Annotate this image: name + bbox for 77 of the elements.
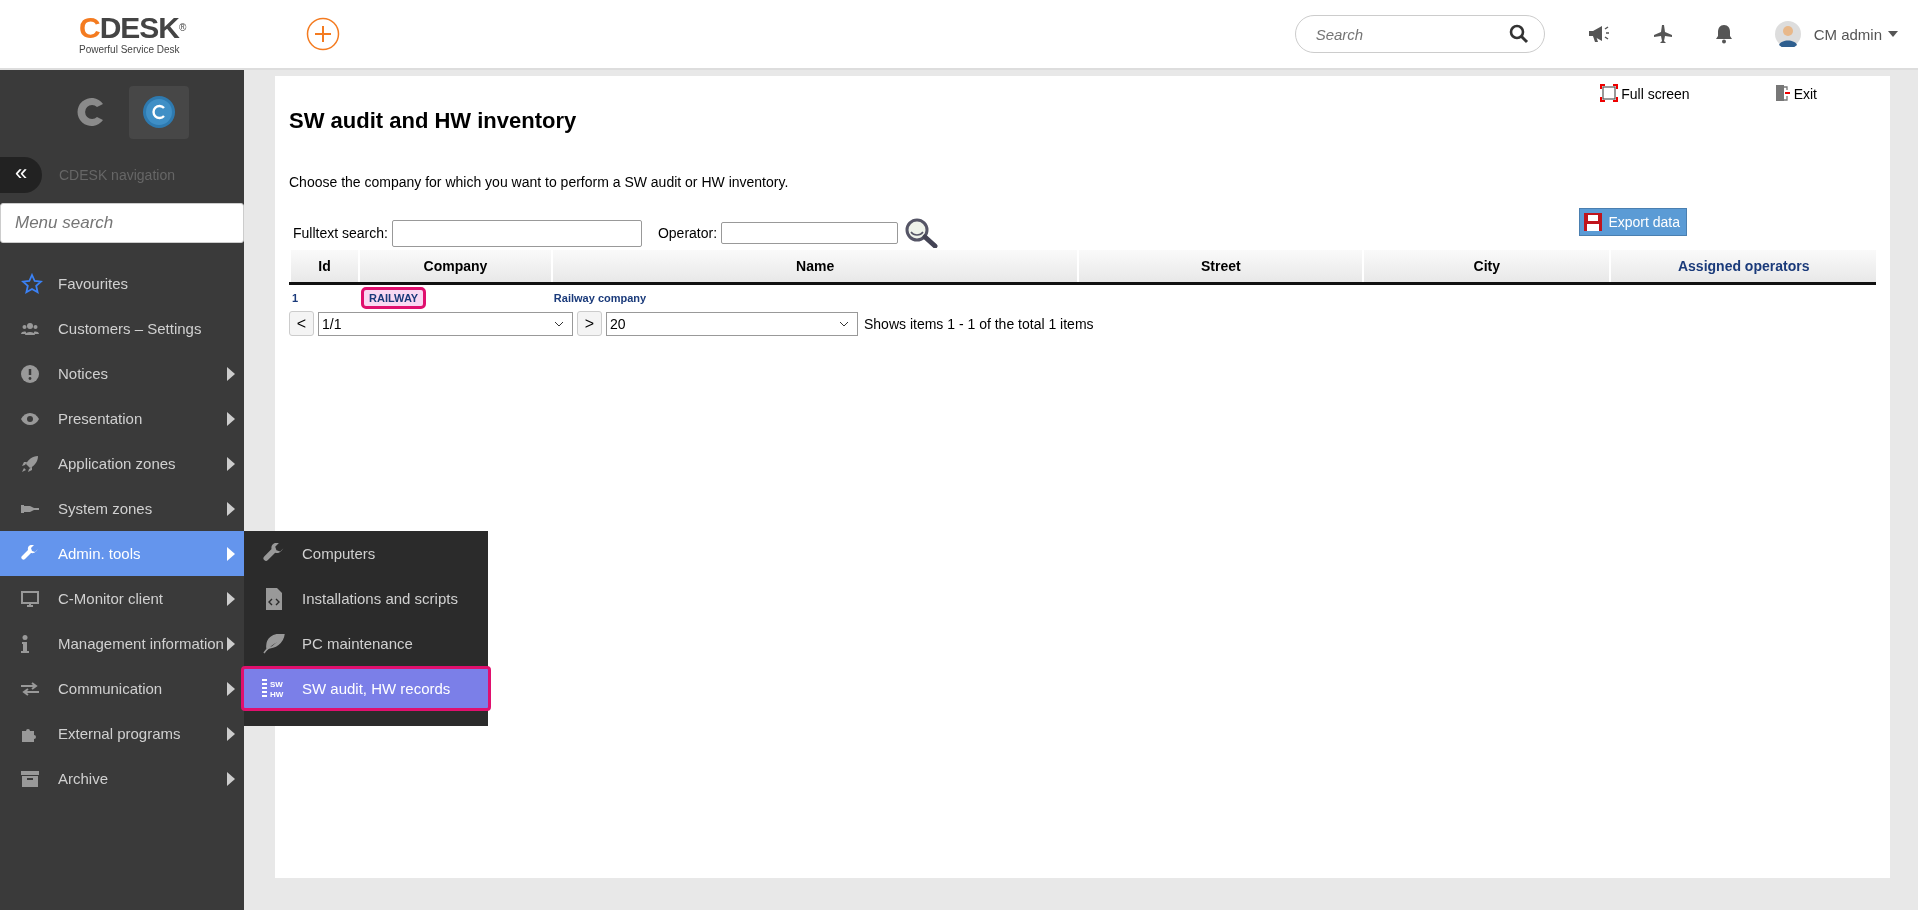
next-page-button[interactable]: > bbox=[577, 311, 602, 336]
column-header: Name bbox=[551, 250, 1079, 284]
previous-page-button[interactable]: < bbox=[289, 311, 314, 336]
full-screen-button[interactable]: Full screen bbox=[1600, 84, 1690, 102]
menu-item[interactable]: Notices bbox=[0, 351, 244, 396]
leaf-icon bbox=[263, 633, 285, 654]
submenu-item[interactable]: PC maintenance bbox=[244, 621, 488, 666]
menu-item[interactable]: Management information bbox=[0, 621, 244, 666]
airplane-icon[interactable] bbox=[1652, 24, 1673, 44]
operator-field[interactable] bbox=[721, 222, 899, 244]
submenu-item[interactable]: Computers bbox=[244, 531, 488, 576]
add-icon[interactable] bbox=[306, 17, 340, 51]
avatar-icon[interactable] bbox=[1774, 21, 1801, 47]
star-icon bbox=[21, 272, 43, 295]
menu-item[interactable]: Favourites bbox=[0, 261, 244, 306]
archive-icon bbox=[21, 770, 39, 787]
expand-arrow-icon bbox=[227, 636, 235, 651]
column-header: Id bbox=[290, 250, 360, 284]
table-cell: Railway company bbox=[553, 292, 647, 304]
operator-label: Operator: bbox=[657, 225, 718, 241]
exit-door-icon bbox=[1774, 84, 1791, 102]
monitor-icon bbox=[21, 590, 39, 607]
code-file-icon bbox=[266, 587, 282, 610]
cdesk-logo: CDESK$^{®}$ Powerful Service Desk bbox=[79, 13, 187, 55]
menu-item[interactable]: Presentation bbox=[0, 396, 244, 441]
expand-arrow-icon bbox=[227, 726, 235, 741]
exchange-icon bbox=[21, 681, 39, 696]
app-switch-button[interactable] bbox=[129, 85, 189, 139]
user-menu[interactable]: CM admin bbox=[1813, 25, 1898, 43]
chevron-down-icon bbox=[554, 320, 564, 327]
menu-item[interactable]: External programs bbox=[0, 711, 244, 756]
table-cell: 1 bbox=[292, 292, 299, 304]
expand-arrow-icon bbox=[227, 591, 235, 606]
submenu-item[interactable]: Installations and scripts bbox=[244, 576, 488, 621]
plug-icon bbox=[21, 502, 39, 515]
search-icon[interactable] bbox=[1508, 24, 1529, 44]
bell-icon[interactable] bbox=[1714, 24, 1733, 44]
menu-search-field[interactable]: Menu search bbox=[0, 203, 244, 243]
eye-icon bbox=[21, 412, 39, 425]
menu-item[interactable]: Application zones bbox=[0, 441, 244, 486]
menu-item[interactable]: Customers – Settings bbox=[0, 306, 244, 351]
expand-arrow-icon bbox=[227, 501, 235, 516]
menu-item[interactable]: Communication bbox=[0, 666, 244, 711]
expand-arrow-icon bbox=[227, 681, 235, 696]
page-size-select[interactable]: 20 bbox=[606, 311, 858, 336]
full-screen-icon bbox=[1600, 84, 1619, 102]
users-icon bbox=[21, 321, 39, 336]
column-header: City bbox=[1363, 250, 1611, 284]
alert-icon bbox=[21, 364, 39, 383]
expand-arrow-icon bbox=[227, 771, 235, 786]
expand-arrow-icon bbox=[227, 411, 235, 426]
rocket-icon bbox=[21, 454, 39, 473]
search-field[interactable]: Search bbox=[1294, 15, 1545, 53]
exit-button[interactable]: Exit bbox=[1774, 84, 1817, 102]
expand-arrow-icon bbox=[227, 546, 235, 561]
page-title: SW audit and HW inventory bbox=[289, 108, 578, 134]
menu-item[interactable]: Archive bbox=[0, 756, 244, 801]
megaphone-icon[interactable] bbox=[1586, 24, 1611, 44]
fulltext-label: Fulltext search: bbox=[293, 225, 388, 241]
collapse-button[interactable]: « bbox=[0, 157, 42, 193]
pagination-info: Shows items 1 - 1 of the total 1 items bbox=[864, 315, 1094, 332]
menu-item[interactable]: System zones bbox=[0, 486, 244, 531]
column-header: Street bbox=[1078, 250, 1364, 284]
info-icon bbox=[21, 634, 29, 653]
menu-item[interactable]: C-Monitor client bbox=[0, 576, 244, 621]
company-link[interactable]: RAILWAY bbox=[361, 287, 427, 309]
search-icon[interactable] bbox=[904, 218, 939, 248]
page-select[interactable]: 1/1 bbox=[318, 311, 573, 336]
expand-arrow-icon bbox=[227, 366, 235, 381]
fulltext-search-field[interactable] bbox=[391, 219, 642, 247]
column-header: Company bbox=[359, 250, 552, 284]
expand-arrow-icon bbox=[227, 456, 235, 471]
chevron-down-icon bbox=[839, 320, 849, 327]
column-header[interactable]: Assigned operators bbox=[1610, 250, 1876, 284]
c-logo-icon bbox=[142, 95, 176, 129]
caret-icon bbox=[1888, 31, 1898, 37]
description-text: Choose the company for which you want to perform a SW audit or HW inventory. bbox=[289, 174, 790, 190]
